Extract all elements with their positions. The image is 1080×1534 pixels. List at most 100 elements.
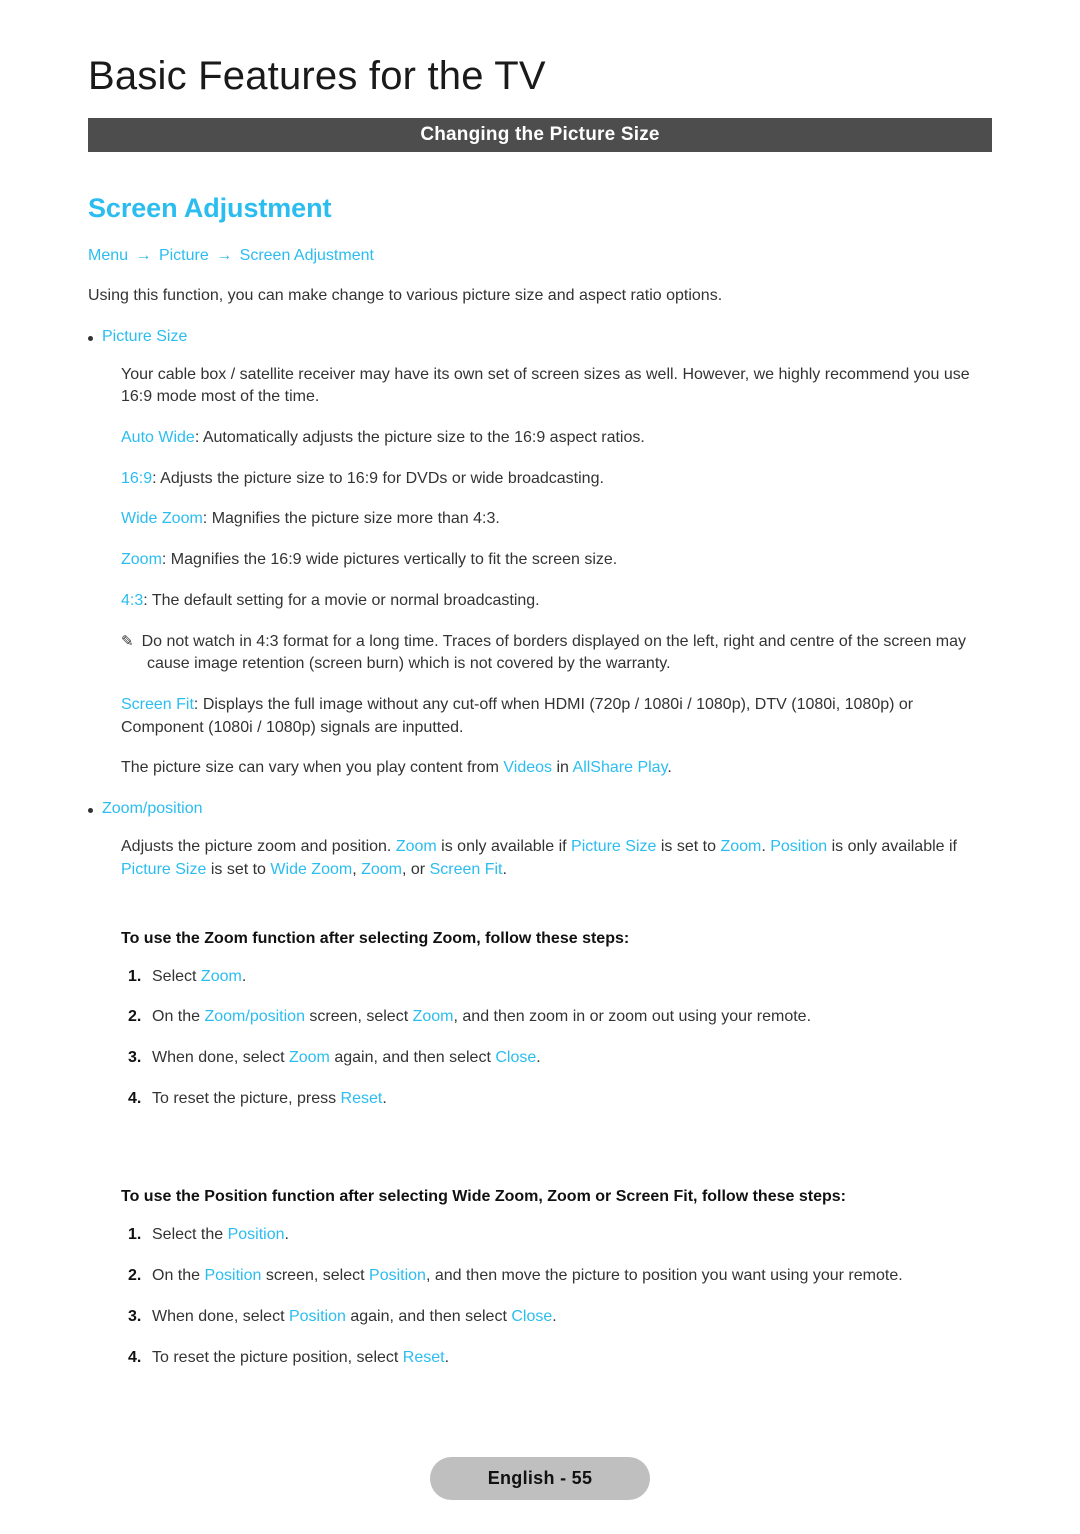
allshare-text-pre: The picture size can vary when you play … — [121, 759, 504, 777]
step-link-2[interactable]: Position — [369, 1267, 426, 1284]
option-term: 16:9 — [121, 469, 153, 487]
link-zoom[interactable]: Zoom — [720, 838, 761, 855]
link-picture-size[interactable]: Picture Size — [571, 838, 656, 855]
option-zoom: Zoom: Magnifies the 16:9 wide pictures v… — [88, 531, 992, 572]
page-title: Basic Features for the TV — [88, 54, 546, 98]
step-number: 2. — [128, 1008, 142, 1026]
step-link-1[interactable]: Position — [289, 1308, 346, 1325]
option-term: Wide Zoom — [121, 510, 203, 528]
option-auto-wide: Auto Wide: Automatically adjusts the pic… — [88, 409, 992, 450]
text-b: is only available if — [436, 838, 572, 856]
step-link-1[interactable]: Zoom — [201, 968, 242, 985]
step-link-1[interactable]: Zoom/position — [204, 1008, 305, 1025]
note-picture-burn: ✎ Do not watch in 4:3 format for a long t… — [88, 613, 992, 676]
bullet-picture-size-label: Picture Size — [102, 327, 188, 345]
section-heading: Screen Adjustment — [88, 193, 332, 223]
manual-page: Basic Features for the TV Changing the P… — [0, 0, 1080, 1534]
allshare-text-end: . — [667, 759, 672, 777]
link-zoom[interactable]: Zoom — [361, 861, 402, 878]
page-number-badge: English - 55 — [429, 1457, 651, 1500]
link-videos[interactable]: Videos — [503, 759, 552, 776]
list-item: 3. When done, select Position again, and … — [88, 1288, 992, 1329]
step-link-1[interactable]: Reset — [341, 1090, 383, 1107]
step-link-1[interactable]: Zoom — [289, 1049, 330, 1066]
step-link-1[interactable]: Position — [228, 1226, 285, 1243]
list-item: 4. To reset the picture position, select … — [88, 1329, 992, 1370]
step-link-1[interactable]: Reset — [403, 1349, 445, 1366]
bullet-picture-size: Picture Size — [88, 308, 992, 346]
text-g: , — [352, 860, 362, 878]
arrow-right-icon: → — [135, 247, 152, 264]
list-item: 1. Select Zoom. — [88, 948, 992, 989]
intro-paragraph: Using this function, you can make change… — [88, 286, 723, 304]
bullet-dot-icon — [88, 335, 93, 341]
breadcrumb-item-menu[interactable]: Menu — [88, 247, 128, 264]
step-text-b: . — [241, 967, 247, 985]
option-desc: : The default setting for a movie or nor… — [143, 591, 540, 609]
step-number: 3. — [128, 1307, 142, 1325]
text-a: Adjusts the picture zoom and position. — [121, 838, 396, 856]
link-position[interactable]: Position — [770, 838, 827, 855]
breadcrumb-item-screen-adjustment[interactable]: Screen Adjustment — [240, 247, 374, 264]
link-picture-size[interactable]: Picture Size — [121, 861, 206, 878]
step-text-b: . — [382, 1089, 387, 1107]
list-item: 3. When done, select Zoom again, and then… — [88, 1029, 992, 1070]
step-link-1[interactable]: Position — [204, 1267, 261, 1284]
step-text-b: . — [444, 1348, 450, 1366]
section-header-bar: Changing the Picture Size — [88, 118, 992, 152]
bullet-dot-icon — [88, 808, 93, 814]
option-4-3: 4:3: The default setting for a movie or … — [88, 572, 992, 613]
note-text: Do not watch in 4:3 format for a long ti… — [141, 632, 967, 673]
breadcrumb: Menu → Picture → Screen Adjustment — [88, 246, 992, 267]
bullet-zoom-position: Zoom/position — [88, 780, 992, 818]
option-desc: : Displays the full image without any cu… — [121, 695, 914, 736]
step-text-a: To reset the picture, press — [152, 1089, 341, 1107]
option-term: Zoom — [121, 551, 162, 569]
option-term: Screen Fit — [121, 695, 194, 713]
option-term: 4:3 — [121, 591, 144, 609]
step-number: 2. — [128, 1267, 142, 1285]
breadcrumb-item-picture[interactable]: Picture — [159, 247, 209, 264]
position-steps-heading: To use the Position function after selec… — [121, 1188, 846, 1206]
option-screen-fit: Screen Fit: Displays the full image with… — [88, 676, 992, 739]
step-text-c: , and then zoom in or zoom out using you… — [453, 1008, 812, 1026]
zoom-steps-heading: To use the Zoom function after selecting… — [121, 929, 630, 947]
zoom-steps-list: 1. Select Zoom. 2. On the Zoom/position sc… — [88, 948, 992, 1111]
list-item: 2. On the Position screen, select Positio… — [88, 1247, 992, 1288]
step-text-a: Select — [152, 967, 201, 985]
option-term: Auto Wide — [121, 428, 195, 446]
page-footer: English - 55 — [0, 1457, 1080, 1500]
step-text-a: On the — [152, 1267, 205, 1285]
bullet-zoom-position-label: Zoom/position — [102, 800, 203, 818]
step-text-a: When done, select — [152, 1049, 289, 1067]
position-steps-list: 1. Select the Position. 2. On the Position… — [88, 1206, 992, 1369]
allshare-paragraph: The picture size can vary when you play … — [88, 739, 992, 780]
step-text-b: again, and then select — [329, 1049, 496, 1067]
step-text-a: When done, select — [152, 1307, 289, 1325]
step-number: 4. — [128, 1089, 142, 1107]
link-allshare-play[interactable]: AllShare Play — [573, 759, 668, 776]
list-item: 1. Select the Position. — [88, 1206, 992, 1247]
link-screen-fit[interactable]: Screen Fit — [430, 861, 503, 878]
step-number: 1. — [128, 1226, 142, 1244]
step-link-2[interactable]: Close — [511, 1308, 552, 1325]
option-16-9: 16:9: Adjusts the picture size to 16:9 f… — [88, 450, 992, 491]
step-text-b: screen, select — [304, 1008, 413, 1026]
link-wide-zoom[interactable]: Wide Zoom — [270, 861, 352, 878]
step-link-2[interactable]: Close — [495, 1049, 536, 1066]
option-wide-zoom: Wide Zoom: Magnifies the picture size mo… — [88, 490, 992, 531]
text-h: , or — [402, 860, 430, 878]
step-text-c: . — [536, 1049, 541, 1067]
option-desc: : Magnifies the 16:9 wide pictures verti… — [161, 551, 618, 569]
link-zoom[interactable]: Zoom — [396, 838, 437, 855]
text-e: is only available if — [827, 838, 957, 856]
step-link-2[interactable]: Zoom — [413, 1008, 454, 1025]
text-f: is set to — [206, 860, 271, 878]
arrow-right-icon: → — [216, 247, 233, 264]
picture-size-paragraph: Your cable box / satellite receiver may … — [121, 365, 970, 406]
zoom-position-paragraph: Adjusts the picture zoom and position. Z… — [88, 818, 992, 881]
pencil-icon: ✎ — [121, 632, 134, 650]
